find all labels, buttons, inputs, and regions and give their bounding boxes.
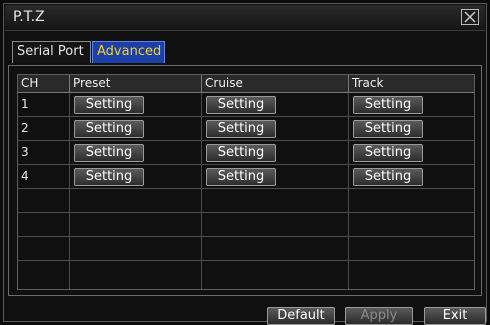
exit-button[interactable]: Exit <box>424 307 486 325</box>
cruise-setting-button[interactable]: Setting <box>206 144 276 162</box>
column-header-preset: Preset <box>70 75 202 92</box>
preset-setting-button[interactable]: Setting <box>74 168 144 186</box>
cruise-setting-button[interactable]: Setting <box>206 96 276 114</box>
title-bar: P.T.Z <box>5 5 485 31</box>
preset-setting-button[interactable]: Setting <box>74 120 144 138</box>
channel-number: 3 <box>21 145 29 159</box>
default-button[interactable]: Default <box>267 307 335 325</box>
track-setting-button[interactable]: Setting <box>353 168 423 186</box>
column-header-ch: CH <box>18 75 70 92</box>
channel-number: 2 <box>21 121 29 135</box>
table-row: 1 Setting Setting Setting <box>18 93 474 117</box>
channel-number: 4 <box>21 169 29 183</box>
table-row: 3 Setting Setting Setting <box>18 141 474 165</box>
close-button[interactable] <box>461 9 479 25</box>
tab-serial-port[interactable]: Serial Port <box>12 41 91 63</box>
column-header-cruise: Cruise <box>202 75 349 92</box>
track-setting-button[interactable]: Setting <box>353 120 423 138</box>
preset-setting-button[interactable]: Setting <box>74 96 144 114</box>
tab-advanced[interactable]: Advanced <box>92 41 165 63</box>
track-setting-button[interactable]: Setting <box>353 144 423 162</box>
empty-table-row <box>18 261 474 289</box>
preset-setting-button[interactable]: Setting <box>74 144 144 162</box>
table-header: CH Preset Cruise Track <box>18 75 474 93</box>
apply-button[interactable]: Apply <box>345 307 413 325</box>
empty-table-row <box>18 213 474 237</box>
cruise-setting-button[interactable]: Setting <box>206 168 276 186</box>
cruise-setting-button[interactable]: Setting <box>206 120 276 138</box>
ptz-table: CH Preset Cruise Track 1 Setting Setting… <box>17 74 475 290</box>
table-row: 2 Setting Setting Setting <box>18 117 474 141</box>
empty-table-row <box>18 237 474 261</box>
table-row: 4 Setting Setting Setting <box>18 165 474 189</box>
empty-table-row <box>18 189 474 213</box>
close-icon <box>464 11 476 23</box>
channel-number: 1 <box>21 97 29 111</box>
advanced-panel: CH Preset Cruise Track 1 Setting Setting… <box>8 65 482 296</box>
window-title: P.T.Z <box>13 9 45 25</box>
column-header-track: Track <box>352 76 384 90</box>
track-setting-button[interactable]: Setting <box>353 96 423 114</box>
